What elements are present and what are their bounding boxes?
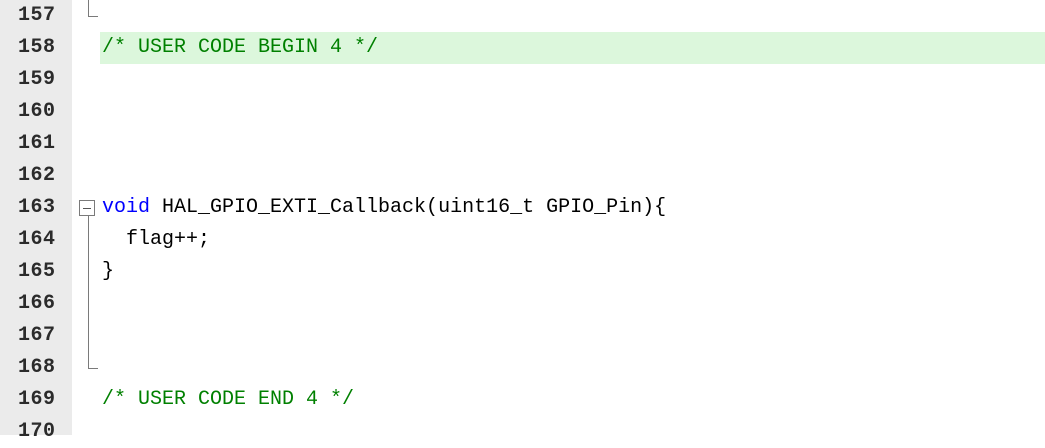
code-line[interactable]: 168: [0, 352, 1045, 384]
line-number: 162: [18, 164, 56, 187]
code-text[interactable]: flag++;: [102, 224, 210, 256]
line-number: 158: [18, 36, 56, 59]
line-number: 163: [18, 196, 56, 219]
line-number: 161: [18, 132, 56, 155]
code-comment[interactable]: /* USER CODE END 4 */: [102, 384, 354, 416]
line-number: 159: [18, 68, 56, 91]
line-number: 167: [18, 324, 56, 347]
code-line[interactable]: 165 }: [0, 256, 1045, 288]
line-number: 169: [18, 388, 56, 411]
fold-end-marker: [88, 16, 98, 17]
code-line[interactable]: 166: [0, 288, 1045, 320]
code-line[interactable]: 157: [0, 0, 1045, 32]
fold-collapse-icon[interactable]: [79, 200, 95, 216]
line-number: 168: [18, 356, 56, 379]
code-line[interactable]: 169 /* USER CODE END 4 */: [0, 384, 1045, 416]
code-comment[interactable]: /* USER CODE BEGIN 4 */: [102, 32, 378, 64]
line-number: 170: [18, 420, 56, 443]
code-line[interactable]: 162: [0, 160, 1045, 192]
fold-guide-line: [88, 216, 89, 368]
code-text[interactable]: }: [102, 256, 114, 288]
minus-icon: [83, 208, 91, 209]
function-signature: HAL_GPIO_EXTI_Callback(uint16_t GPIO_Pin…: [150, 196, 667, 219]
code-line[interactable]: 163 void HAL_GPIO_EXTI_Callback(uint16_t…: [0, 192, 1045, 224]
code-line[interactable]: 170: [0, 416, 1045, 448]
line-number: 160: [18, 100, 56, 123]
line-number: 166: [18, 292, 56, 315]
code-text[interactable]: void HAL_GPIO_EXTI_Callback(uint16_t GPI…: [102, 192, 666, 224]
fold-end-marker: [88, 368, 98, 369]
code-line[interactable]: 164 flag++;: [0, 224, 1045, 256]
line-number: 165: [18, 260, 56, 283]
fold-guide-line: [88, 0, 89, 16]
line-number: 164: [18, 228, 56, 251]
code-line[interactable]: 160: [0, 96, 1045, 128]
code-line-current[interactable]: 158 /* USER CODE BEGIN 4 */: [0, 32, 1045, 64]
code-line[interactable]: 159: [0, 64, 1045, 96]
code-editor[interactable]: 157 158 /* USER CODE BEGIN 4 */ 159 160 …: [0, 0, 1045, 443]
keyword-void: void: [102, 196, 151, 219]
code-line[interactable]: 161: [0, 128, 1045, 160]
code-line[interactable]: 167: [0, 320, 1045, 352]
line-number: 157: [18, 4, 56, 27]
